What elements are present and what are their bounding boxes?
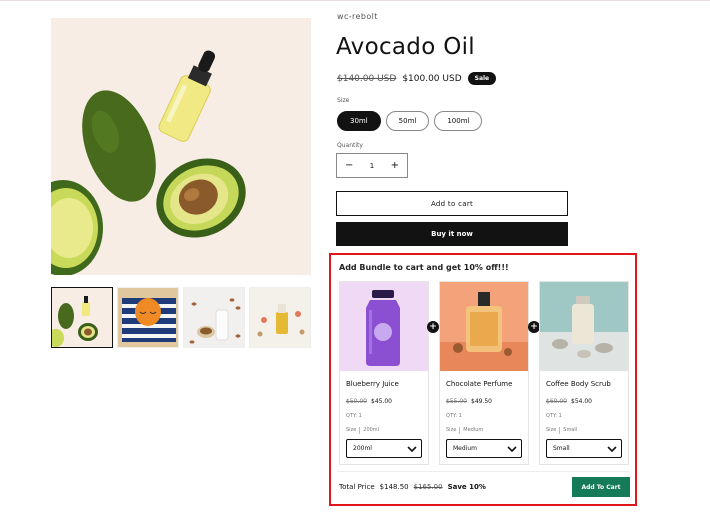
sale-badge: Sale bbox=[467, 72, 497, 85]
bundle-item-price: $49.50 bbox=[471, 398, 492, 405]
bundle-item-size-key: Size bbox=[546, 427, 557, 433]
bundle-item-size: Size Small bbox=[546, 427, 577, 434]
bundle-item-old-price: $55.00 bbox=[446, 398, 467, 405]
bundle-item-size-select[interactable]: 200ml bbox=[346, 439, 422, 458]
bundle-item-prices: $55.00 $49.50 bbox=[446, 398, 492, 405]
top-divider bbox=[0, 0, 710, 1]
size-option-30ml[interactable]: 30ml bbox=[337, 111, 381, 131]
bundle-item-qty: QTY: 1 bbox=[446, 413, 462, 419]
save-text: Save 10% bbox=[447, 483, 486, 491]
thumbnail-avocado-oil[interactable] bbox=[51, 287, 113, 348]
bundle-item-size-key: Size bbox=[346, 427, 357, 433]
bundle-item-size-value: 200ml bbox=[363, 427, 380, 433]
bundle-add-to-cart-button[interactable]: Add To Cart bbox=[572, 477, 630, 497]
bundle-item-select-value: Small bbox=[553, 445, 570, 452]
thumbnail-strip bbox=[51, 287, 311, 348]
size-label: Size bbox=[337, 97, 350, 104]
bundle-item-prices: $60.00 $54.00 bbox=[546, 398, 592, 405]
thumbnail-almond-cream[interactable] bbox=[183, 287, 245, 348]
bundle-item-price: $45.00 bbox=[371, 398, 392, 405]
vendor-name: wc-rebolt bbox=[337, 12, 378, 21]
bundle-item-price: $54.00 bbox=[571, 398, 592, 405]
bundle-item-size-value: Small bbox=[563, 427, 578, 433]
chevron-down-icon bbox=[507, 445, 517, 452]
total-old-price: $165.00 bbox=[413, 483, 443, 491]
size-option-100ml[interactable]: 100ml bbox=[434, 111, 483, 131]
add-to-cart-button[interactable]: Add to cart bbox=[336, 191, 568, 216]
size-option-50ml[interactable]: 50ml bbox=[385, 111, 430, 131]
bundle-item-size-value: Medium bbox=[463, 427, 484, 433]
bundle-item-name[interactable]: Coffee Body Scrub bbox=[546, 380, 611, 388]
bundle-item-prices: $50.00 $45.00 bbox=[346, 398, 392, 405]
bundle-item-name[interactable]: Blueberry Juice bbox=[346, 380, 399, 388]
coffee-body-scrub-image bbox=[540, 282, 628, 371]
thumbnail-towel[interactable] bbox=[117, 287, 179, 348]
bundle-item-size-key: Size bbox=[446, 427, 457, 433]
buy-it-now-button[interactable]: Buy it now bbox=[336, 222, 568, 246]
minus-icon[interactable]: − bbox=[345, 160, 353, 171]
quantity-stepper: − 1 + bbox=[336, 153, 408, 178]
bundle-item-coffee-body-scrub: Coffee Body Scrub $60.00 $54.00 QTY: 1 S… bbox=[539, 281, 629, 465]
bundle-title: Add Bundle to cart and get 10% off!!! bbox=[339, 263, 509, 272]
thumbnail-serum[interactable] bbox=[249, 287, 311, 348]
size-divider bbox=[559, 427, 561, 434]
bundle-total: Total Price $148.50 $165.00 Save 10% bbox=[339, 483, 486, 491]
bundle-item-size: Size 200ml bbox=[346, 427, 379, 434]
size-divider bbox=[359, 427, 361, 434]
size-options: 30ml 50ml 100ml bbox=[337, 111, 483, 131]
bundle-item-size-select[interactable]: Small bbox=[546, 439, 622, 458]
bundle-item-size: Size Medium bbox=[446, 427, 483, 434]
quantity-label: Quantity bbox=[337, 142, 363, 149]
bundle-item-select-value: 200ml bbox=[353, 445, 372, 452]
bundle-item-blueberry-juice: Blueberry Juice $50.00 $45.00 QTY: 1 Siz… bbox=[339, 281, 429, 465]
plus-icon[interactable]: + bbox=[391, 160, 399, 171]
bundle-item-old-price: $60.00 bbox=[546, 398, 567, 405]
total-price: $148.50 bbox=[379, 483, 409, 491]
bundle-item-size-select[interactable]: Medium bbox=[446, 439, 522, 458]
product-title: Avocado Oil bbox=[336, 34, 475, 60]
bundle-offer: Add Bundle to cart and get 10% off!!! Bl… bbox=[329, 253, 637, 506]
bundle-item-select-value: Medium bbox=[453, 445, 477, 452]
quantity-value[interactable]: 1 bbox=[370, 162, 374, 170]
sale-price: $100.00 USD bbox=[402, 73, 462, 84]
bundle-item-name[interactable]: Chocolate Perfume bbox=[446, 380, 512, 388]
plus-icon: + bbox=[427, 321, 439, 333]
bundle-item-old-price: $50.00 bbox=[346, 398, 367, 405]
blueberry-juice-image bbox=[340, 282, 428, 371]
chevron-down-icon bbox=[407, 445, 417, 452]
chevron-down-icon bbox=[607, 445, 617, 452]
bundle-divider bbox=[337, 471, 629, 472]
chocolate-perfume-image bbox=[440, 282, 528, 371]
bundle-item-chocolate-perfume: Chocolate Perfume $55.00 $49.50 QTY: 1 S… bbox=[439, 281, 529, 465]
product-main-image[interactable] bbox=[51, 18, 311, 275]
compare-price: $140.00 USD bbox=[337, 73, 397, 84]
price-row: $140.00 USD $100.00 USD Sale bbox=[337, 72, 497, 85]
bundle-item-qty: QTY: 1 bbox=[546, 413, 562, 419]
size-divider bbox=[459, 427, 461, 434]
bundle-item-qty: QTY: 1 bbox=[346, 413, 362, 419]
total-price-label: Total Price bbox=[339, 483, 375, 491]
